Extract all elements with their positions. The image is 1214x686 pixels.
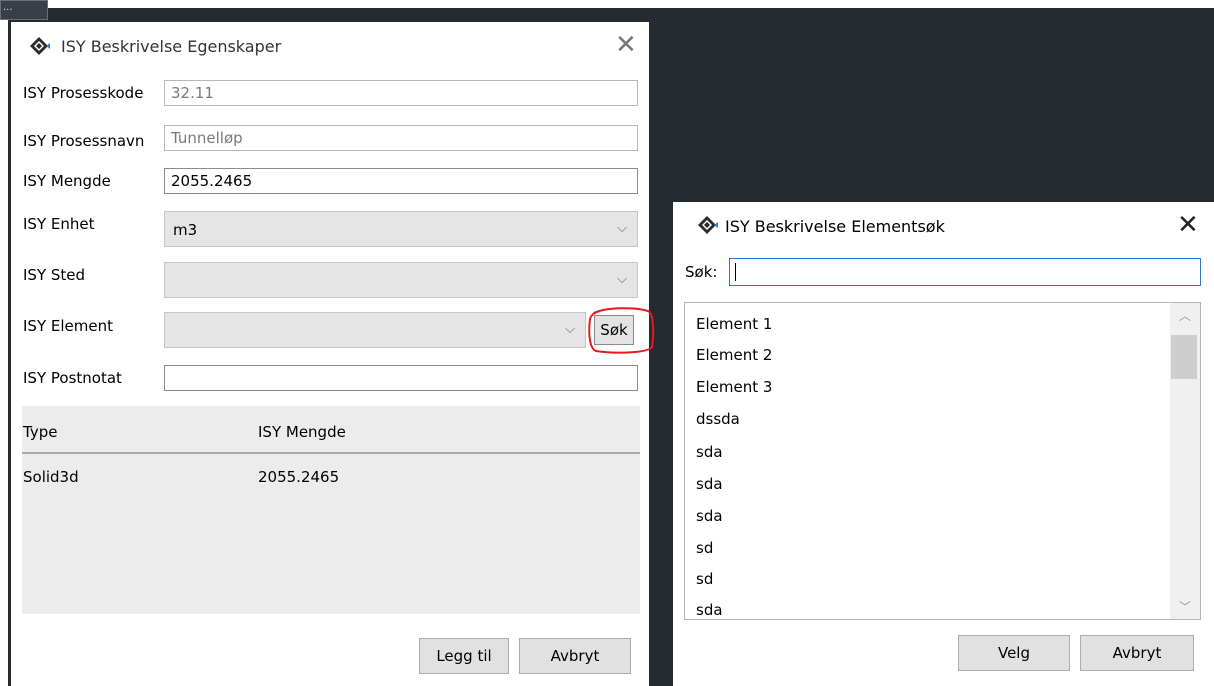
- table-cell-mengde[interactable]: 2055.2465: [258, 468, 339, 486]
- select-button[interactable]: Velg: [958, 635, 1070, 671]
- annotation-circle: [588, 307, 655, 354]
- sted-dropdown[interactable]: ⌵: [164, 262, 638, 298]
- prosessnavn-label: ISY Prosessnavn: [23, 132, 145, 150]
- enhet-selected-value: m3: [173, 221, 198, 239]
- chevron-down-icon: ⌵: [565, 322, 575, 337]
- add-button[interactable]: Legg til: [419, 638, 509, 674]
- prosesskode-label: ISY Prosesskode: [23, 84, 144, 102]
- enhet-label: ISY Enhet: [23, 215, 95, 233]
- list-scrollbar[interactable]: ︿ ﹀: [1170, 303, 1200, 619]
- table-header-mengde[interactable]: ISY Mengde: [258, 423, 346, 441]
- mengde-field[interactable]: 2055.2465: [164, 168, 638, 194]
- scrollbar-thumb[interactable]: [1171, 335, 1197, 379]
- table-cell-type[interactable]: Solid3d: [23, 468, 79, 486]
- element-list[interactable]: Element 1 Element 2 Element 3 dssda sda …: [684, 302, 1201, 620]
- chevron-down-icon: ⌵: [617, 272, 627, 287]
- close-icon[interactable]: ✕: [1177, 212, 1199, 238]
- list-item[interactable]: sd: [696, 570, 713, 588]
- background-window-corner: ...: [0, 0, 48, 20]
- element-label: ISY Element: [23, 317, 113, 335]
- search-input[interactable]: [729, 258, 1201, 286]
- properties-dialog-titlebar[interactable]: ISY Beskrivelse Egenskaper ✕: [11, 22, 649, 72]
- close-icon[interactable]: ✕: [615, 32, 637, 58]
- table-header-type[interactable]: Type: [23, 423, 57, 441]
- mengde-label: ISY Mengde: [23, 172, 111, 190]
- list-item[interactable]: sda: [696, 443, 723, 461]
- element-search-dialog-title: ISY Beskrivelse Elementsøk: [725, 217, 945, 236]
- search-label: Søk:: [685, 263, 718, 281]
- prosessnavn-field: Tunnelløp: [164, 125, 638, 151]
- postnotat-field[interactable]: [164, 365, 638, 391]
- chevron-down-icon: ⌵: [617, 221, 627, 236]
- app-diamond-icon: [697, 215, 719, 237]
- element-dropdown[interactable]: ⌵: [164, 312, 586, 348]
- list-item[interactable]: Element 1: [696, 315, 772, 333]
- prosesskode-field: 32.11: [164, 80, 638, 106]
- list-item[interactable]: Element 3: [696, 378, 772, 396]
- scroll-up-icon[interactable]: ︿: [1170, 307, 1200, 324]
- list-item[interactable]: sda: [696, 475, 723, 493]
- table-header-divider: [22, 452, 640, 454]
- properties-dialog-title: ISY Beskrivelse Egenskaper: [61, 37, 282, 56]
- cancel-button[interactable]: Avbryt: [519, 638, 631, 674]
- sted-label: ISY Sted: [23, 266, 86, 284]
- postnotat-label: ISY Postnotat: [23, 369, 122, 387]
- element-search-dialog-titlebar[interactable]: ISY Beskrivelse Elementsøk ✕: [673, 202, 1214, 250]
- list-item[interactable]: sda: [696, 601, 723, 619]
- list-item[interactable]: dssda: [696, 410, 740, 428]
- list-item[interactable]: Element 2: [696, 346, 772, 364]
- properties-table[interactable]: Type ISY Mengde Solid3d 2055.2465: [22, 406, 640, 614]
- scroll-down-icon[interactable]: ﹀: [1170, 598, 1200, 615]
- app-diamond-icon: [29, 36, 51, 58]
- cancel-button[interactable]: Avbryt: [1080, 635, 1194, 671]
- enhet-dropdown[interactable]: m3 ⌵: [164, 211, 638, 247]
- list-item[interactable]: sd: [696, 539, 713, 557]
- list-item[interactable]: sda: [696, 507, 723, 525]
- text-caret: [735, 263, 736, 281]
